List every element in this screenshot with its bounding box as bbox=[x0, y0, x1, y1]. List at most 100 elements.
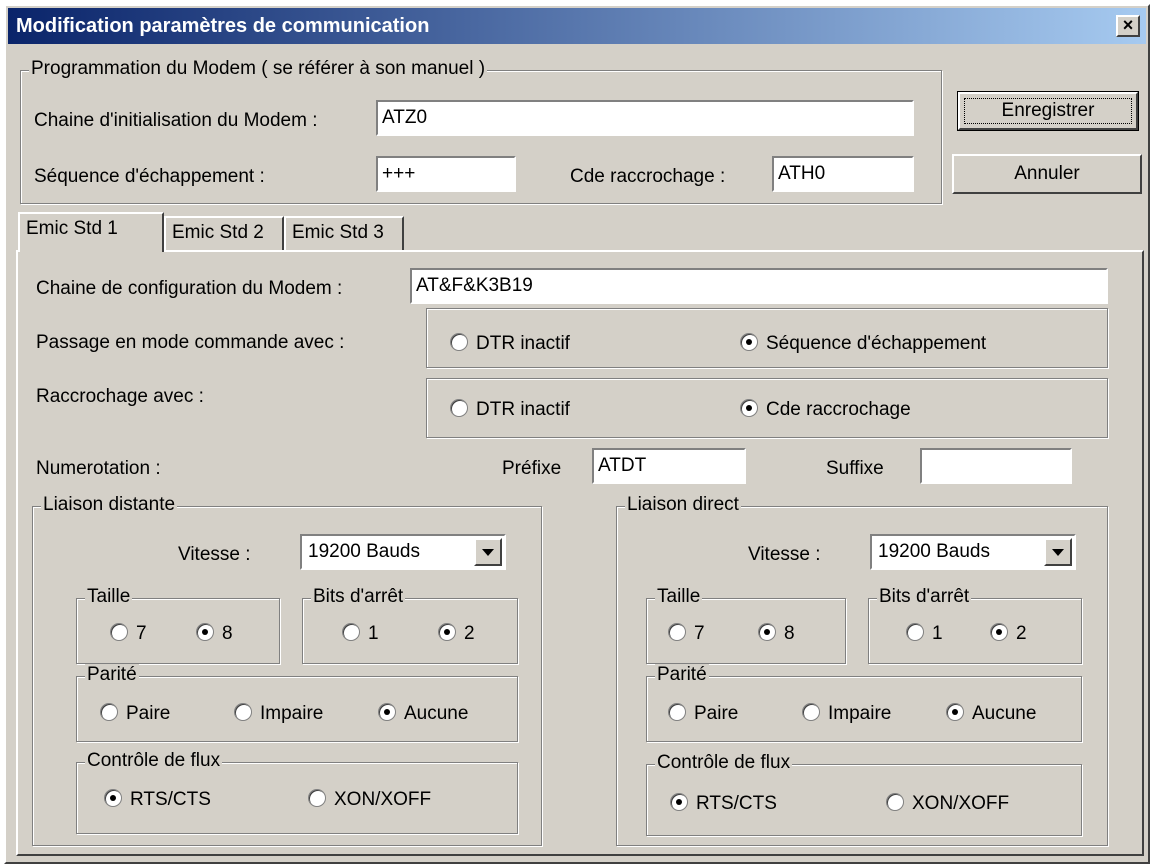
remote-speed-value: 19200 Bauds bbox=[308, 541, 420, 562]
remote-stop-1-radio[interactable]: 1 bbox=[342, 622, 379, 646]
remote-speed-select[interactable]: 19200 Bauds bbox=[300, 534, 506, 570]
window-title: Modification paramètres de communication bbox=[16, 15, 430, 37]
hangup-with-label: Raccrochage avec : bbox=[36, 386, 204, 407]
radio-label: 2 bbox=[1016, 623, 1027, 644]
direct-parity-title: Parité bbox=[655, 664, 709, 686]
radio-label: Cde raccrochage bbox=[766, 399, 911, 420]
radio-unselected-icon bbox=[100, 702, 118, 721]
escape-sequence-field[interactable]: +++ bbox=[376, 156, 516, 192]
remote-parity-odd-radio[interactable]: Impaire bbox=[234, 702, 323, 726]
dropdown-arrow-icon[interactable] bbox=[474, 538, 502, 566]
radio-label: XON/XOFF bbox=[912, 793, 1010, 814]
radio-label: Aucune bbox=[404, 703, 469, 724]
direct-parity-odd-radio[interactable]: Impaire bbox=[802, 702, 891, 726]
radio-selected-icon bbox=[670, 792, 688, 811]
init-string-field[interactable]: ATZ0 bbox=[376, 100, 914, 136]
save-button-label: Enregistrer bbox=[964, 98, 1132, 124]
radio-selected-icon bbox=[990, 622, 1008, 641]
radio-label: XON/XOFF bbox=[334, 789, 432, 810]
remote-size-8-radio[interactable]: 8 bbox=[196, 622, 233, 646]
remote-size-group: Taille bbox=[76, 586, 280, 664]
config-string-field[interactable]: AT&F&K3B19 bbox=[410, 268, 1108, 304]
direct-stop-title: Bits d'arrêt bbox=[877, 586, 972, 608]
tab-label: Emic Std 1 bbox=[26, 218, 118, 239]
radio-label: Impaire bbox=[260, 703, 324, 724]
radio-label: Paire bbox=[126, 703, 171, 724]
radio-selected-icon bbox=[438, 622, 456, 641]
dropdown-arrow-icon[interactable] bbox=[1044, 538, 1072, 566]
command-mode-escape-radio[interactable]: Séquence d'échappement bbox=[740, 332, 986, 356]
prefix-field[interactable]: ATDT bbox=[592, 448, 746, 484]
direct-flow-xonxoff-radio[interactable]: XON/XOFF bbox=[886, 792, 1009, 816]
radio-unselected-icon bbox=[802, 702, 820, 721]
command-mode-dtr-radio[interactable]: DTR inactif bbox=[450, 332, 570, 356]
radio-selected-icon bbox=[104, 788, 122, 807]
suffix-field[interactable] bbox=[920, 448, 1072, 484]
direct-speed-select[interactable]: 19200 Bauds bbox=[870, 534, 1076, 570]
remote-flow-xonxoff-radio[interactable]: XON/XOFF bbox=[308, 788, 431, 812]
config-string-label: Chaine de configuration du Modem : bbox=[36, 278, 343, 299]
radio-unselected-icon bbox=[668, 702, 686, 721]
modem-group-title: Programmation du Modem ( se référer à so… bbox=[29, 58, 488, 80]
remote-parity-none-radio[interactable]: Aucune bbox=[378, 702, 468, 726]
remote-flow-rtscts-radio[interactable]: RTS/CTS bbox=[104, 788, 211, 812]
direct-parity-none-radio[interactable]: Aucune bbox=[946, 702, 1036, 726]
radio-label: DTR inactif bbox=[476, 399, 570, 420]
escape-sequence-label: Séquence d'échappement : bbox=[34, 166, 265, 187]
direct-stop-1-radio[interactable]: 1 bbox=[906, 622, 943, 646]
remote-stop-2-radio[interactable]: 2 bbox=[438, 622, 475, 646]
hangup-command-label: Cde raccrochage : bbox=[570, 166, 726, 187]
close-button[interactable]: × bbox=[1116, 15, 1140, 37]
direct-link-title: Liaison direct bbox=[625, 494, 741, 516]
remote-link-title: Liaison distante bbox=[41, 494, 178, 516]
remote-size-7-radio[interactable]: 7 bbox=[110, 622, 147, 646]
radio-selected-icon bbox=[740, 332, 758, 351]
radio-label: Aucune bbox=[972, 703, 1037, 724]
direct-stop-2-radio[interactable]: 2 bbox=[990, 622, 1027, 646]
cancel-button[interactable]: Annuler bbox=[952, 154, 1142, 194]
radio-label: DTR inactif bbox=[476, 333, 570, 354]
remote-flow-title: Contrôle de flux bbox=[85, 750, 223, 772]
direct-size-7-radio[interactable]: 7 bbox=[668, 622, 705, 646]
dialog-window: Modification paramètres de communication… bbox=[4, 4, 1150, 864]
hangup-command-radio[interactable]: Cde raccrochage bbox=[740, 398, 911, 422]
remote-parity-title: Parité bbox=[85, 664, 139, 686]
tab-label: Emic Std 2 bbox=[172, 222, 264, 243]
radio-label: Paire bbox=[694, 703, 739, 724]
radio-unselected-icon bbox=[308, 788, 326, 807]
direct-flow-title: Contrôle de flux bbox=[655, 752, 793, 774]
radio-selected-icon bbox=[196, 622, 214, 641]
radio-selected-icon bbox=[758, 622, 776, 641]
direct-stop-group: Bits d'arrêt bbox=[868, 586, 1082, 664]
suffix-label: Suffixe bbox=[826, 458, 884, 479]
prefix-label: Préfixe bbox=[502, 458, 562, 479]
direct-flow-rtscts-radio[interactable]: RTS/CTS bbox=[670, 792, 777, 816]
radio-label: Impaire bbox=[828, 703, 892, 724]
init-string-label: Chaine d'initialisation du Modem : bbox=[34, 110, 318, 131]
radio-label: Séquence d'échappement bbox=[766, 333, 987, 354]
direct-speed-value: 19200 Bauds bbox=[878, 541, 990, 562]
radio-unselected-icon bbox=[668, 622, 686, 641]
radio-label: 2 bbox=[464, 623, 475, 644]
tab-emic-std-2[interactable]: Emic Std 2 bbox=[164, 216, 284, 250]
tab-emic-std-1[interactable]: Emic Std 1 bbox=[18, 212, 164, 252]
radio-selected-icon bbox=[946, 702, 964, 721]
radio-unselected-icon bbox=[342, 622, 360, 641]
radio-label: 8 bbox=[222, 623, 233, 644]
radio-label: 1 bbox=[932, 623, 943, 644]
radio-label: 1 bbox=[368, 623, 379, 644]
direct-size-8-radio[interactable]: 8 bbox=[758, 622, 795, 646]
remote-stop-title: Bits d'arrêt bbox=[311, 586, 406, 608]
save-button[interactable]: Enregistrer bbox=[957, 91, 1139, 131]
direct-size-title: Taille bbox=[655, 586, 703, 608]
remote-stop-group: Bits d'arrêt bbox=[302, 586, 518, 664]
radio-label: RTS/CTS bbox=[696, 793, 777, 814]
direct-speed-label: Vitesse : bbox=[748, 544, 821, 565]
command-mode-label: Passage en mode commande avec : bbox=[36, 332, 345, 353]
remote-parity-even-radio[interactable]: Paire bbox=[100, 702, 170, 726]
remote-size-title: Taille bbox=[85, 586, 133, 608]
hangup-dtr-radio[interactable]: DTR inactif bbox=[450, 398, 570, 422]
direct-parity-even-radio[interactable]: Paire bbox=[668, 702, 738, 726]
hangup-command-field[interactable]: ATH0 bbox=[772, 156, 914, 192]
tab-emic-std-3[interactable]: Emic Std 3 bbox=[284, 216, 404, 250]
